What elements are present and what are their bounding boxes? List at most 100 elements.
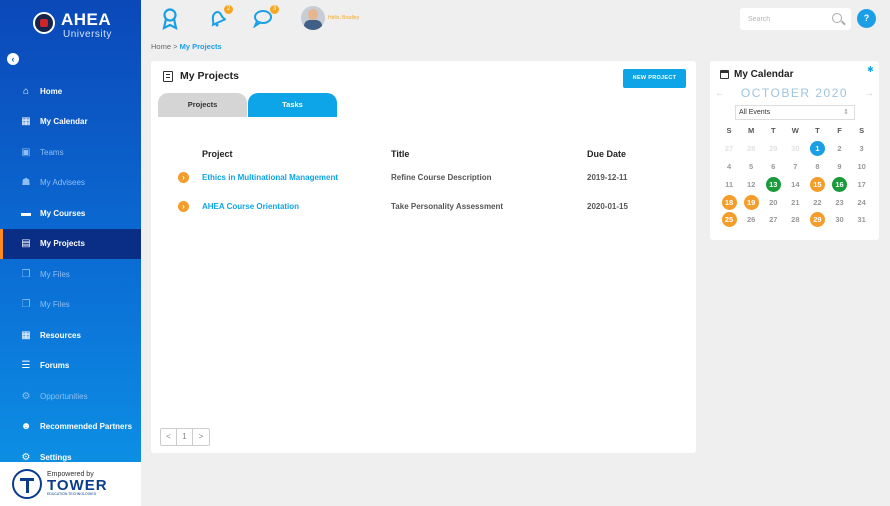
calendar-day[interactable]: 26 bbox=[740, 215, 762, 224]
search-input[interactable] bbox=[740, 8, 825, 30]
sidebar-item-forums[interactable]: ☰ Forums bbox=[0, 351, 141, 382]
calendar-day[interactable]: 15 bbox=[806, 176, 828, 192]
calendar-day[interactable]: 20 bbox=[762, 198, 784, 207]
weekday-header-row: SMTWTFS bbox=[718, 122, 873, 140]
sidebar-item-label: Opportunities bbox=[40, 391, 88, 401]
calendar-day[interactable]: 27 bbox=[718, 144, 740, 153]
tower-brand-text: TOWER bbox=[47, 477, 108, 495]
bell-icon[interactable]: 2 bbox=[207, 5, 233, 30]
sidebar-item-resources[interactable]: ▦ Resources bbox=[0, 320, 141, 351]
chevron-right-icon[interactable]: › bbox=[178, 172, 189, 183]
month-label: OCTOBER 2020 bbox=[740, 86, 849, 100]
gear-icon[interactable]: ✱ bbox=[867, 65, 874, 74]
calendar-day[interactable]: 10 bbox=[851, 162, 873, 171]
calendar-day[interactable]: 12 bbox=[740, 180, 762, 189]
calendar-day[interactable]: 1 bbox=[806, 141, 828, 157]
projects-title-text: My Projects bbox=[180, 70, 239, 82]
notification-badge: 2 bbox=[224, 5, 233, 14]
message-badge: 3 bbox=[270, 5, 279, 14]
calendar-day[interactable]: 23 bbox=[828, 198, 850, 207]
pager-next-button[interactable]: > bbox=[193, 429, 209, 445]
calendar-day[interactable]: 2 bbox=[828, 144, 850, 153]
calendar-day[interactable]: 5 bbox=[740, 162, 762, 171]
calendar-day[interactable]: 21 bbox=[784, 198, 806, 207]
calendar-day[interactable]: 17 bbox=[851, 180, 873, 189]
calendar-day[interactable]: 19 bbox=[740, 194, 762, 210]
sidebar-item-my-advisees[interactable]: ☗ My Advisees bbox=[0, 168, 141, 199]
sidebar-item-opportunities[interactable]: ⚙ Opportunities bbox=[0, 381, 141, 412]
tab-tasks[interactable]: Tasks bbox=[248, 93, 337, 117]
breadcrumb-home[interactable]: Home bbox=[151, 42, 171, 51]
chevron-right-icon[interactable]: › bbox=[178, 201, 189, 212]
sidebar-item-my-courses[interactable]: ▬ My Courses bbox=[0, 198, 141, 229]
calendar-day[interactable]: 18 bbox=[718, 194, 740, 210]
calendar-day[interactable]: 29 bbox=[806, 212, 828, 228]
sidebar-item-label: Resources bbox=[40, 330, 81, 340]
col-header-due-date[interactable]: Due Date bbox=[587, 145, 677, 163]
calendar-icon: ▦ bbox=[21, 116, 31, 128]
user-greeting[interactable]: Hello, Bradley bbox=[328, 15, 359, 21]
user-avatar[interactable] bbox=[301, 6, 325, 30]
pager-prev-button[interactable]: < bbox=[161, 429, 177, 445]
col-header-project[interactable]: Project bbox=[202, 145, 391, 163]
search-icon[interactable] bbox=[832, 13, 842, 23]
calendar-day[interactable]: 9 bbox=[828, 162, 850, 171]
calendar-day[interactable]: 28 bbox=[784, 215, 806, 224]
help-button[interactable]: ? bbox=[857, 9, 876, 28]
sidebar-item-my-files[interactable]: ❐ My Files bbox=[0, 259, 141, 290]
sidebar-item-teams[interactable]: ▣ Teams bbox=[0, 137, 141, 168]
sidebar-item-my-files[interactable]: ❐ My Files bbox=[0, 290, 141, 321]
calendar-day[interactable]: 28 bbox=[740, 144, 762, 153]
col-header-title[interactable]: Title bbox=[391, 145, 587, 163]
sidebar-item-recommended-partners[interactable]: ☻ Recommended Partners bbox=[0, 412, 141, 443]
calendar-day[interactable]: 24 bbox=[851, 198, 873, 207]
tower-emblem-icon bbox=[12, 469, 42, 499]
table-row[interactable]: › AHEA Course Orientation Take Personali… bbox=[174, 192, 677, 221]
calendar-day[interactable]: 3 bbox=[851, 144, 873, 153]
event-filter-select[interactable]: All Events ⇕ bbox=[735, 105, 855, 120]
tab-projects[interactable]: Projects bbox=[158, 93, 247, 117]
sidebar-item-my-calendar[interactable]: ▦ My Calendar bbox=[0, 107, 141, 138]
calendar-day[interactable]: 27 bbox=[762, 215, 784, 224]
files-icon: ❐ bbox=[21, 268, 31, 280]
weekday-label: S bbox=[726, 126, 732, 136]
calendar-day[interactable]: 11 bbox=[718, 180, 740, 189]
collapse-sidebar-icon[interactable]: ‹ bbox=[7, 53, 19, 65]
due-date: 2019-12-11 bbox=[587, 173, 628, 182]
new-project-button[interactable]: NEW PROJECT bbox=[623, 69, 686, 88]
calendar-day[interactable]: 8 bbox=[806, 162, 828, 171]
calendar-day[interactable]: 31 bbox=[851, 215, 873, 224]
sidebar-item-my-projects[interactable]: ▤ My Projects bbox=[0, 228, 141, 259]
calendar-day[interactable]: 30 bbox=[784, 144, 806, 153]
calendar-day[interactable]: 29 bbox=[762, 144, 784, 153]
partners-icon: ☻ bbox=[20, 421, 32, 433]
calendar-day[interactable]: 4 bbox=[718, 162, 740, 171]
calendar-week-row: 4 5 6 7 8 9 10 bbox=[718, 158, 873, 176]
table-row[interactable]: › Ethics in Multinational Management Ref… bbox=[174, 163, 677, 192]
calendar-day[interactable]: 7 bbox=[784, 162, 806, 171]
calendar-day[interactable]: 6 bbox=[762, 162, 784, 171]
calendar-day[interactable]: 16 bbox=[828, 176, 850, 192]
forums-icon: ☰ bbox=[21, 360, 31, 372]
prev-month-arrow-icon[interactable]: ← bbox=[715, 88, 725, 99]
chat-bubble-icon[interactable]: 3 bbox=[252, 5, 279, 30]
calendar-day[interactable]: 22 bbox=[806, 198, 828, 207]
calendar-day[interactable]: 25 bbox=[718, 212, 740, 228]
due-date: 2020-01-15 bbox=[587, 202, 628, 211]
project-link[interactable]: AHEA Course Orientation bbox=[202, 192, 391, 221]
next-month-arrow-icon[interactable]: → bbox=[864, 88, 874, 99]
calendar-day[interactable]: 14 bbox=[784, 180, 806, 189]
project-link[interactable]: Ethics in Multinational Management bbox=[202, 163, 391, 192]
sidebar-item-home[interactable]: ⌂ Home bbox=[0, 76, 141, 107]
pager-page-1[interactable]: 1 bbox=[177, 429, 193, 445]
weekday-label: S bbox=[859, 126, 865, 136]
sidebar-item-label: Recommended Partners bbox=[40, 422, 133, 432]
calendar-day[interactable]: 30 bbox=[828, 215, 850, 224]
files-icon: ❐ bbox=[21, 299, 31, 311]
calendar-day-event-marker: 13 bbox=[765, 176, 781, 192]
university-logo[interactable]: AHEA University bbox=[33, 10, 133, 42]
calendar-day[interactable]: 13 bbox=[762, 176, 784, 192]
sidebar-item-label: My Files bbox=[40, 300, 70, 310]
calendar-icon bbox=[720, 70, 729, 79]
award-ribbon-icon[interactable] bbox=[162, 8, 184, 31]
